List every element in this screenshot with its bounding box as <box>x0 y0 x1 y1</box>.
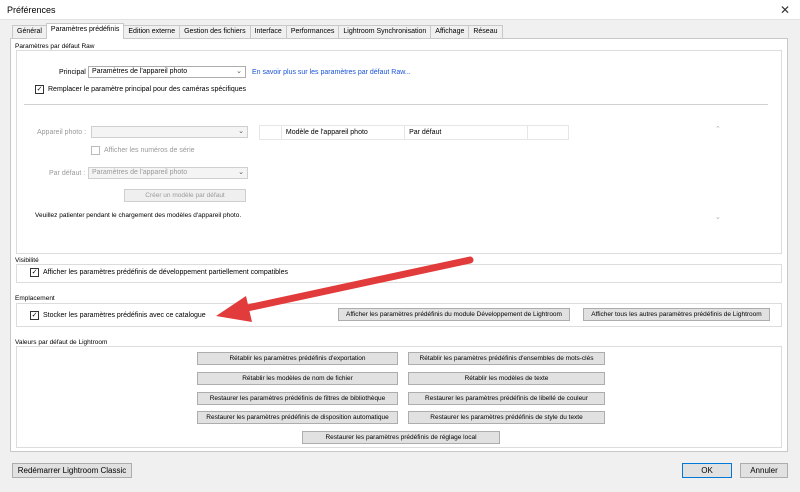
cancel-button[interactable]: Annuler <box>740 463 788 478</box>
annotation-arrow-icon <box>216 256 474 322</box>
restart-lightroom-button[interactable]: Redémarrer Lightroom Classic <box>12 463 132 478</box>
tab-presets[interactable]: Paramètres prédéfinis <box>45 23 125 39</box>
ok-button[interactable]: OK <box>682 463 732 478</box>
